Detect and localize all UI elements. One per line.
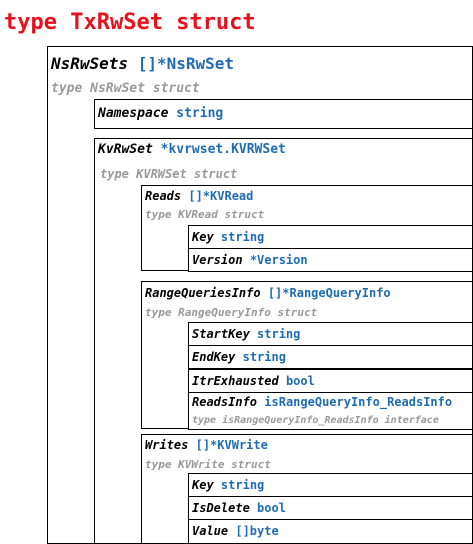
field-name: IsDelete <box>192 501 250 515</box>
field-name: Key <box>192 230 214 244</box>
rq-field-itrexhausted: ItrExhausted bool <box>192 375 315 387</box>
kvrwset-header: KvRwSet *kvrwset.KVRWSet <box>98 143 286 156</box>
rq-field-startkey: StartKey string <box>192 328 300 340</box>
rangequeries-name: RangeQueriesInfo <box>145 286 261 300</box>
nsrwsets-name: NsRwSets <box>51 54 129 73</box>
writes-header: Writes []*KVWrite <box>145 439 268 451</box>
namespace-type: string <box>176 106 224 121</box>
field-type: bool <box>257 501 286 515</box>
writes-field-key: Key string <box>192 479 264 491</box>
field-type: isRangeQueryInfo_ReadsInfo <box>264 395 453 409</box>
field-type: []byte <box>235 524 279 538</box>
rq-readsinfo-interface-label: type isRangeQueryInfo_ReadsInfo interfac… <box>192 415 439 426</box>
kvrwset-struct-label: type KVRWSet struct <box>100 167 238 181</box>
reads-field-key: Key string <box>192 231 264 243</box>
nsrwsets-header: NsRwSets []*NsRwSet <box>51 56 234 72</box>
field-type: string <box>220 230 265 244</box>
reads-name: Reads <box>145 189 182 203</box>
field-name: Key <box>192 478 214 492</box>
reads-field-version: Version *Version <box>192 254 308 266</box>
field-name: Value <box>192 524 229 538</box>
field-type: *Version <box>249 253 308 267</box>
reads-type: []*KVRead <box>188 189 254 203</box>
reads-header: Reads []*KVRead <box>145 190 253 202</box>
field-type: string <box>220 478 265 492</box>
rq-field-endkey: EndKey string <box>192 351 286 363</box>
namespace-field: Namespace string <box>98 107 223 120</box>
reads-struct-label: type KVRead struct <box>145 208 265 221</box>
field-name: StartKey <box>192 327 250 341</box>
rq-field-readsinfo: ReadsInfo isRangeQueryInfo_ReadsInfo <box>192 396 452 408</box>
writes-struct-label: type KVWrite struct <box>145 458 271 471</box>
diagram-title: type TxRwSet struct <box>4 10 256 35</box>
namespace-name: Namespace <box>98 106 169 121</box>
field-type: bool <box>285 374 315 388</box>
writes-field-value: Value []byte <box>192 525 279 537</box>
writes-name: Writes <box>145 438 189 452</box>
field-type: string <box>242 350 286 364</box>
nsrwsets-struct-label: type NsRwSet struct <box>51 81 200 96</box>
field-name: ItrExhausted <box>192 374 279 388</box>
field-name: Version <box>192 253 243 267</box>
nsrwsets-type: []*NsRwSet <box>137 54 235 73</box>
rangequeries-struct-label: type RangeQueryInfo struct <box>145 306 318 319</box>
field-name: EndKey <box>192 350 236 364</box>
rangequeries-type: []*RangeQueryInfo <box>267 286 391 300</box>
kvrwset-name: KvRwSet <box>98 142 153 157</box>
writes-type: []*KVWrite <box>195 438 268 452</box>
kvrwset-type: *kvrwset.KVRWSet <box>160 142 286 157</box>
rangequeries-header: RangeQueriesInfo []*RangeQueryInfo <box>145 287 391 299</box>
field-name: ReadsInfo <box>192 395 258 409</box>
field-type: string <box>257 327 301 341</box>
writes-field-isdelete: IsDelete bool <box>192 502 286 514</box>
